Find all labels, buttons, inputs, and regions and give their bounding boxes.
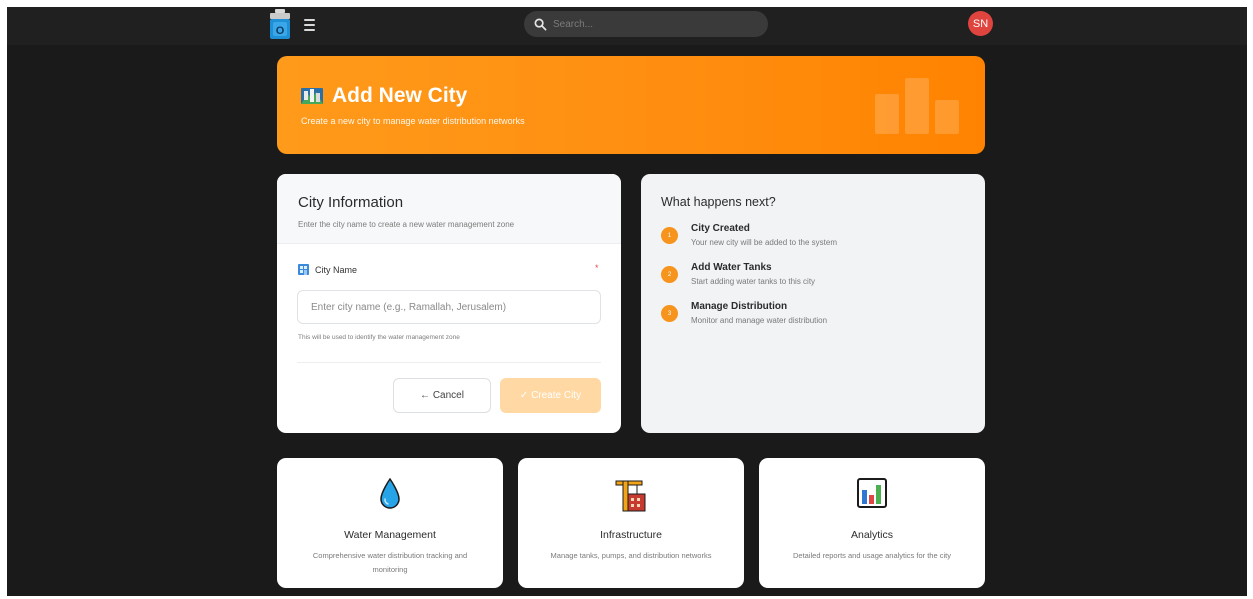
feature-description: Manage tanks, pumps, and distribution ne… xyxy=(550,551,712,560)
required-indicator: * xyxy=(595,263,599,273)
next-steps-title: What happens next? xyxy=(661,195,776,209)
hero-decoration xyxy=(875,78,963,134)
search-input[interactable] xyxy=(553,18,743,30)
bar-chart-icon xyxy=(857,478,887,508)
feature-title: Infrastructure xyxy=(600,529,662,541)
search-bar[interactable] xyxy=(524,11,768,37)
cancel-button[interactable]: ← Cancel xyxy=(393,378,491,413)
feature-description: Detailed reports and usage analytics for… xyxy=(792,551,951,560)
card-title: City Information xyxy=(298,194,404,211)
page-title: Add New City xyxy=(301,84,467,108)
step-title: Add Water Tanks xyxy=(691,262,772,273)
hero-banner: Add New City Create a new city to manage… xyxy=(277,56,985,154)
hero-title-text: Add New City xyxy=(332,84,468,107)
step-number-badge: 2 xyxy=(661,266,678,283)
step-description: Your new city will be added to the syste… xyxy=(691,238,838,247)
city-name-input[interactable] xyxy=(297,290,601,324)
feature-title: Water Management xyxy=(344,529,436,541)
construction-crane-icon xyxy=(615,480,646,512)
step-description: Monitor and manage water distribution xyxy=(691,316,828,325)
app-viewport: O SN Add New City Create a ne xyxy=(7,7,1247,596)
step-title: City Created xyxy=(691,223,750,234)
card-header: City Information Enter the city name to … xyxy=(277,174,621,244)
feature-title: Analytics xyxy=(850,529,893,541)
search-icon xyxy=(534,18,547,30)
step-item: 1 City Created Your new city will be add… xyxy=(661,223,837,247)
app-logo[interactable]: O xyxy=(267,9,293,41)
step-item: 3 Manage Distribution Monitor and manage… xyxy=(661,301,827,325)
feature-description: Comprehensive water distribution trackin… xyxy=(312,551,468,574)
step-description: Start adding water tanks to this city xyxy=(691,277,816,286)
create-city-button[interactable]: ✓ Create City xyxy=(500,378,601,413)
city-name-label: City Name xyxy=(298,264,357,275)
feature-card-analytics: Analytics Detailed reports and usage ana… xyxy=(759,458,985,588)
feature-card-infrastructure: Infrastructure Manage tanks, pumps, and … xyxy=(518,458,744,588)
divider xyxy=(297,362,601,363)
svg-text:O: O xyxy=(276,25,285,37)
building-icon xyxy=(298,264,309,275)
city-name-label-text: City Name xyxy=(315,264,358,275)
step-number-badge: 1 xyxy=(661,227,678,244)
step-number-badge: 3 xyxy=(661,305,678,322)
user-avatar[interactable]: SN xyxy=(968,11,993,36)
city-map-icon xyxy=(301,88,323,104)
top-navbar: O SN xyxy=(7,7,1247,45)
next-steps-card: What happens next? 1 City Created Your n… xyxy=(641,174,985,433)
step-title: Manage Distribution xyxy=(691,301,788,312)
hero-subtitle: Create a new city to manage water distri… xyxy=(301,116,525,126)
city-information-card: City Information Enter the city name to … xyxy=(277,174,621,433)
city-name-hint: This will be used to identify the water … xyxy=(298,334,460,341)
card-description: Enter the city name to create a new wate… xyxy=(298,220,515,229)
water-drop-icon xyxy=(380,478,400,509)
step-item: 2 Add Water Tanks Start adding water tan… xyxy=(661,262,815,286)
hamburger-menu-icon[interactable] xyxy=(304,16,322,34)
feature-card-water-management: Water Management Comprehensive water dis… xyxy=(277,458,503,588)
